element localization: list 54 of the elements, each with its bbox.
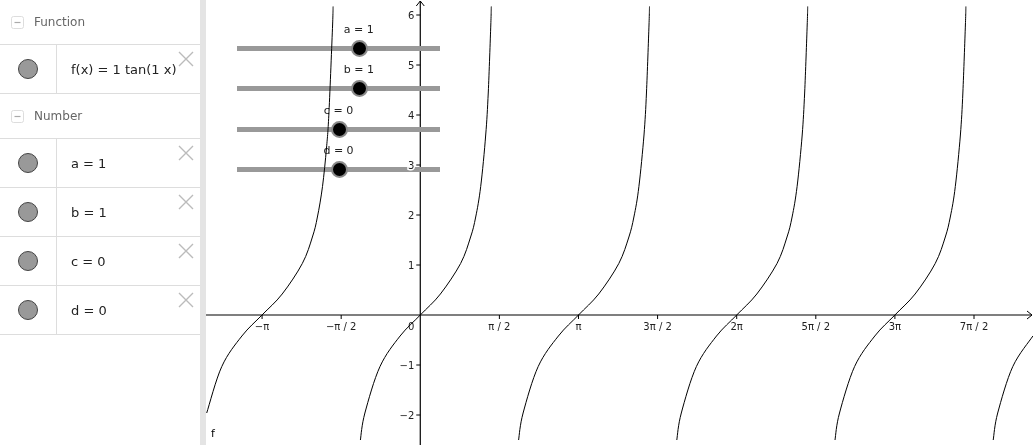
y-tick-label: 1 — [407, 260, 415, 271]
tick-mark — [340, 314, 342, 320]
x-tick-label: −π / 2 — [325, 321, 357, 332]
visibility-toggle[interactable] — [18, 153, 38, 173]
tick-mark — [415, 64, 421, 66]
algebra-entry[interactable]: c = 0 — [71, 253, 106, 269]
tick-mark — [415, 214, 421, 216]
slider-thumb[interactable] — [350, 40, 368, 57]
y-tick-label: 6 — [407, 10, 415, 21]
slider-thumb[interactable] — [330, 160, 348, 178]
group-header: Number — [34, 109, 83, 123]
slider-label: b = 1 — [343, 63, 374, 77]
visibility-toggle[interactable] — [18, 202, 38, 222]
tick-mark — [415, 414, 421, 416]
y-tick-label: 2 — [407, 210, 415, 221]
tick-mark — [815, 314, 817, 320]
tick-mark — [657, 314, 659, 320]
x-tick-label: 7π / 2 — [959, 321, 989, 332]
tick-mark — [736, 314, 738, 320]
slider-thumb[interactable] — [350, 80, 368, 98]
visibility-toggle[interactable] — [18, 59, 38, 79]
algebra-entry[interactable]: f(x) = 1 tan(1 x) — [71, 61, 177, 77]
tick-mark — [261, 314, 263, 320]
algebra-entry[interactable]: d = 0 — [71, 302, 107, 318]
x-tick-label: π — [575, 321, 582, 332]
tick-mark — [894, 314, 896, 320]
tick-mark — [973, 314, 975, 320]
tick-mark — [415, 14, 421, 16]
tick-mark — [498, 314, 500, 320]
tick-mark — [415, 364, 421, 366]
visibility-toggle[interactable] — [18, 251, 38, 271]
y-tick-label: 3 — [407, 160, 415, 171]
slider-thumb[interactable] — [330, 120, 348, 138]
x-tick-label: 3π — [888, 321, 902, 332]
slider-label: a = 1 — [343, 23, 374, 36]
curve-label: f — [211, 427, 215, 440]
slider-label: c = 0 — [323, 103, 354, 117]
y-tick-label: 5 — [407, 60, 415, 71]
tick-mark — [415, 114, 421, 116]
x-tick-label: 2π — [730, 321, 743, 332]
algebra-entry[interactable]: b = 1 — [71, 204, 107, 220]
x-tick-label: −π — [254, 321, 270, 332]
y-tick-label: 4 — [407, 110, 415, 121]
y-tick-label: −1 — [399, 360, 415, 371]
tick-mark — [415, 264, 421, 266]
group-header: Function — [34, 15, 86, 29]
x-tick-label: 5π / 2 — [801, 321, 831, 332]
visibility-toggle[interactable] — [18, 300, 38, 320]
x-tick-label: π / 2 — [488, 321, 511, 332]
y-tick-label: −2 — [399, 410, 415, 421]
x-tick-label: 3π / 2 — [643, 321, 672, 332]
algebra-entry[interactable]: a = 1 — [71, 155, 107, 171]
origin-label: 0 — [408, 321, 415, 332]
tick-mark — [578, 314, 579, 320]
